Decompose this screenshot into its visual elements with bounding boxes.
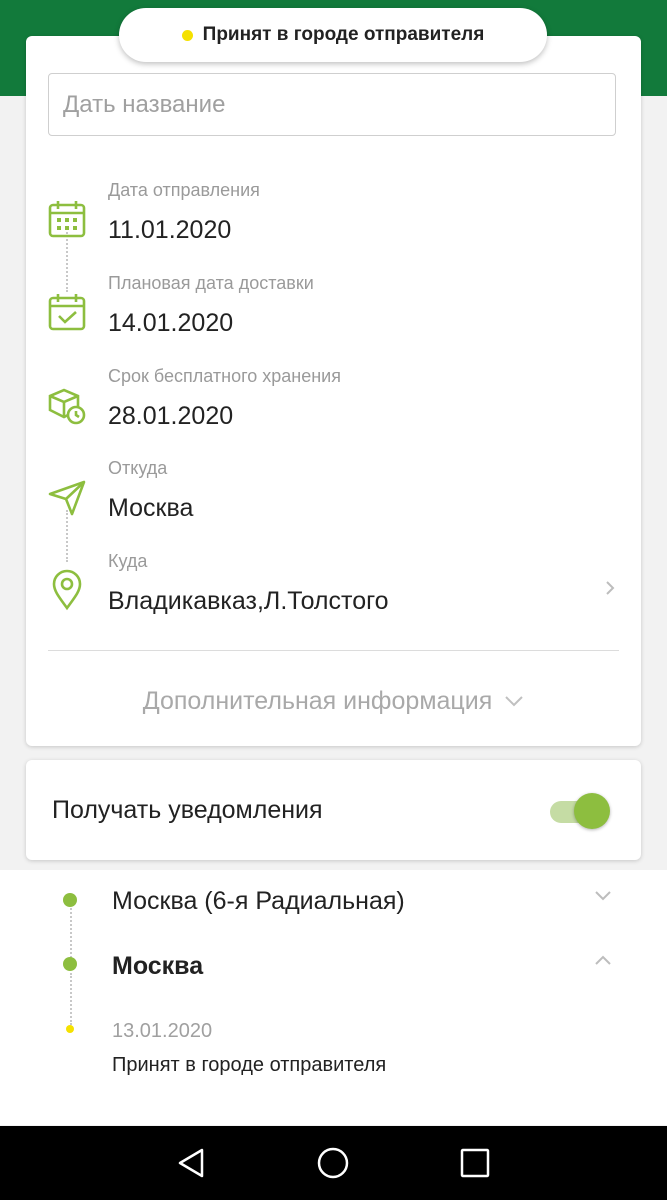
detail-value: Москва [108,494,194,522]
detail-label: Откуда [108,458,168,478]
back-icon[interactable] [174,1145,210,1181]
history-item-collapsed[interactable]: Москва (6-я Радиальная) [0,870,667,932]
tracking-history: Москва (6-я Радиальная) Москва 13.01.202… [0,870,667,1125]
detail-value: 28.01.2020 [108,402,234,430]
calendar-icon [48,201,86,238]
status-dot [181,29,193,41]
divider [48,650,619,651]
more-info-label: Дополнительная информация [142,686,493,715]
detail-label: Срок бесплатного хранения [108,366,341,386]
status-text: Принят в городе отправителя [202,24,485,45]
detail-row-planned-date: Плановая дата доставки 14.01.2020 [26,273,641,353]
history-title: Москва [112,952,204,980]
history-title: Москва (6-я Радиальная) [112,887,405,915]
box-clock-icon [48,388,86,425]
history-item-expanded[interactable]: Москва [0,932,667,1002]
detail-label: Дата отправления [108,180,260,200]
chevron-right-icon [606,581,615,595]
send-arrow-icon [48,480,86,516]
detail-value: Владикавказ,Л.Толстого [108,587,389,615]
chevron-down-icon [595,891,611,901]
chevron-down-icon [505,696,523,707]
detail-row-storage-date: Срок бесплатного хранения 28.01.2020 [26,366,641,446]
shipment-details-card: Дата отправления 11.01.2020 Плановая дат… [26,36,641,746]
system-navigation-bar [0,1126,667,1200]
detail-row-from: Откуда Москва [26,458,641,538]
notifications-card: Получать уведомления [26,760,641,860]
location-pin-icon [52,569,82,611]
chevron-up-icon [595,955,611,965]
detail-value: 11.01.2020 [108,216,232,244]
home-icon[interactable] [315,1145,351,1181]
detail-label: Куда [108,551,148,571]
detail-row-to[interactable]: Куда Владикавказ,Л.Толстого [26,551,641,631]
history-dot [63,893,77,907]
toggle-knob [574,793,610,829]
event-status: Принят в городе отправителя [112,1054,387,1076]
detail-label: Плановая дата доставки [108,273,314,293]
recents-icon[interactable] [457,1145,493,1181]
history-dot [63,957,77,971]
event-dot [66,1025,74,1033]
shipment-name-input[interactable] [48,73,616,136]
calendar-check-icon [48,294,86,331]
event-date: 13.01.2020 [112,1020,213,1042]
detail-row-send-date: Дата отправления 11.01.2020 [26,180,641,260]
detail-value: 14.01.2020 [108,309,234,337]
notifications-label: Получать уведомления [52,796,323,824]
more-info-toggle[interactable]: Дополнительная информация [26,676,641,726]
status-pill: Принят в городе отправителя [119,8,547,62]
notifications-toggle[interactable] [550,793,610,829]
